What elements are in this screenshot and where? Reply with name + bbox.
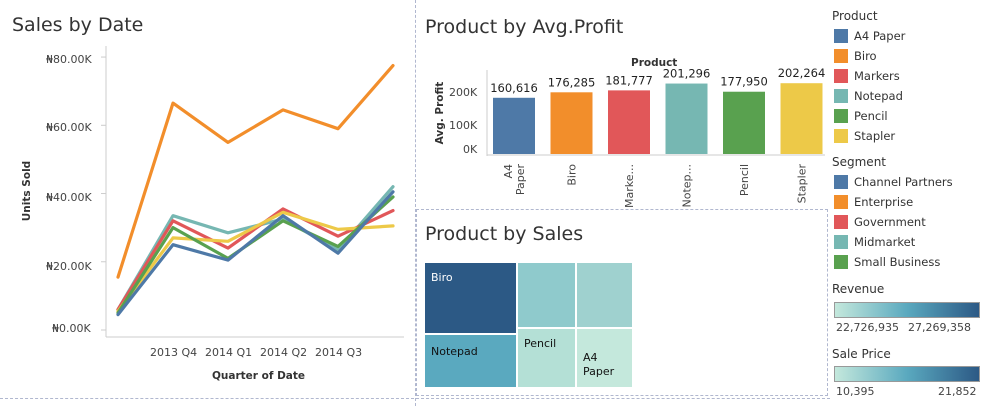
treemap-cell-markers[interactable] [517, 262, 576, 328]
legend-product-title: Product [832, 9, 878, 23]
legend-item-a4-paper[interactable]: A4 Paper [834, 28, 905, 44]
line-series-markers[interactable] [116, 207, 395, 312]
bar-x-label: Paper [514, 164, 527, 196]
legend-label: Pencil [854, 109, 888, 123]
legend-label: Enterprise [854, 195, 914, 209]
legend-item-enterprise[interactable]: Enterprise [834, 194, 913, 210]
bar-x-label: Stapler [796, 164, 809, 204]
legend-label: Markers [854, 69, 900, 83]
legend-label: Stapler [854, 129, 896, 143]
legend-label: Midmarket [854, 235, 916, 249]
legend-segment-title: Segment [832, 155, 886, 169]
treemap-cell-pencil[interactable]: Pencil [517, 328, 576, 388]
bar-x-label: Notep... [681, 164, 694, 208]
line-series-a4-paper[interactable] [116, 190, 395, 317]
legend-swatch [834, 109, 848, 123]
sale-price-max: 21,852 [938, 385, 977, 398]
legend-item-midmarket[interactable]: Midmarket [834, 234, 915, 250]
treemap-cell-notepad[interactable]: Notepad [424, 334, 517, 388]
legend-swatch [834, 175, 848, 189]
legend-label: Biro [854, 49, 877, 63]
treemap-title: Product by Sales [425, 223, 584, 245]
bar-a4-paper[interactable] [493, 97, 535, 154]
legend-label: Small Business [854, 255, 941, 269]
bar-x-label: Pencil [738, 164, 751, 196]
bar-value-label: 176,285 [548, 75, 596, 89]
bar-markers[interactable] [608, 90, 650, 154]
bar-chart-plot: 160,616A4 Paper176,285Biro181,777Marke...… [486, 66, 826, 208]
treemap-label-pencil: Pencil [524, 337, 557, 350]
treemap-cell-a4-paper[interactable]: A4 Paper [576, 328, 633, 388]
revenue-color-ramp [834, 302, 980, 318]
legend-swatch [834, 215, 848, 229]
bar-value-label: 160,616 [490, 81, 538, 95]
bar-stapler[interactable] [780, 83, 823, 154]
legend-item-pencil[interactable]: Pencil [834, 108, 888, 124]
legend-label: Channel Partners [854, 175, 953, 189]
bar-value-label: 201,296 [663, 67, 711, 81]
treemap-label-notepad: Notepad [431, 345, 478, 358]
legend-label: Government [854, 215, 926, 229]
bar-biro[interactable] [550, 92, 593, 154]
legend-item-biro[interactable]: Biro [834, 48, 877, 64]
treemap-cell-stapler[interactable] [576, 262, 633, 328]
legend-item-channel-partners[interactable]: Channel Partners [834, 174, 953, 190]
sale-price-min: 10,395 [836, 385, 875, 398]
bar-x-label: Biro [566, 164, 579, 186]
bar-value-label: 202,264 [778, 66, 826, 80]
legend-item-stapler[interactable]: Stapler [834, 128, 895, 144]
sale-price-color-ramp [834, 366, 980, 382]
bar-x-label: Marke... [623, 164, 636, 208]
bar-notepad[interactable] [665, 83, 708, 154]
legend-item-notepad[interactable]: Notepad [834, 88, 903, 104]
revenue-min: 22,726,935 [836, 321, 899, 334]
legend-sale-price-title: Sale Price [832, 347, 891, 361]
bar-value-label: 181,777 [605, 73, 653, 87]
treemap-label-biro: Biro [431, 271, 453, 284]
legend-swatch [834, 255, 848, 269]
line-chart-plot [101, 46, 404, 338]
legend-item-small-business[interactable]: Small Business [834, 254, 940, 270]
legend-swatch [834, 49, 848, 63]
legend-swatch [834, 89, 848, 103]
treemap-label-a4-paper: A4 Paper [583, 351, 615, 378]
legend-revenue-title: Revenue [832, 282, 885, 296]
bar-value-label: 177,950 [720, 75, 768, 89]
legend-item-government[interactable]: Government [834, 214, 926, 230]
legend-swatch [834, 129, 848, 143]
legend-swatch [834, 195, 848, 209]
legend-label: A4 Paper [854, 29, 906, 43]
legend-label: Notepad [854, 89, 903, 103]
legend-swatch [834, 69, 848, 83]
revenue-max: 27,269,358 [908, 321, 971, 334]
legend-swatch [834, 235, 848, 249]
legend-item-markers[interactable]: Markers [834, 68, 900, 84]
legend-swatch [834, 29, 848, 43]
bar-pencil[interactable] [723, 91, 765, 154]
treemap-cell-biro[interactable]: Biro [424, 262, 517, 334]
